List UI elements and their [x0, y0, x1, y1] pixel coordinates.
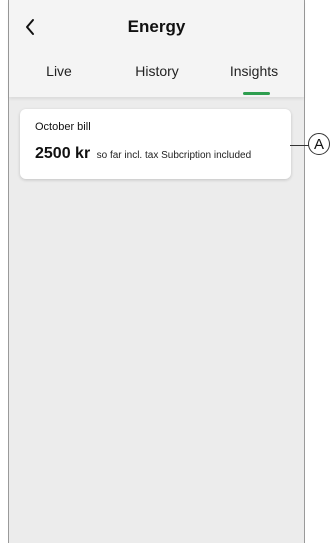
bill-card-row: 2500 kr so far incl. tax Subcription inc… — [35, 145, 291, 163]
page-title: Energy — [127, 17, 186, 36]
top-bar: Energy Live History Insights — [9, 0, 304, 97]
tab-live[interactable]: Live — [11, 63, 107, 79]
bill-card[interactable]: October bill 2500 kr so far incl. tax Su… — [20, 109, 291, 179]
bill-description: so far incl. tax Subcription included — [96, 150, 252, 161]
tab-insights[interactable]: Insights — [206, 63, 302, 79]
bill-card-label: October bill — [35, 121, 91, 133]
tab-bar: Live History Insights — [9, 63, 304, 93]
callout-leader-line — [290, 145, 309, 146]
tab-history[interactable]: History — [109, 63, 205, 79]
phone-screen: Energy Live History Insights October bil… — [8, 0, 305, 543]
callout-marker: A — [308, 133, 330, 155]
bill-amount: 2500 kr — [35, 145, 91, 162]
active-tab-indicator — [243, 92, 270, 95]
